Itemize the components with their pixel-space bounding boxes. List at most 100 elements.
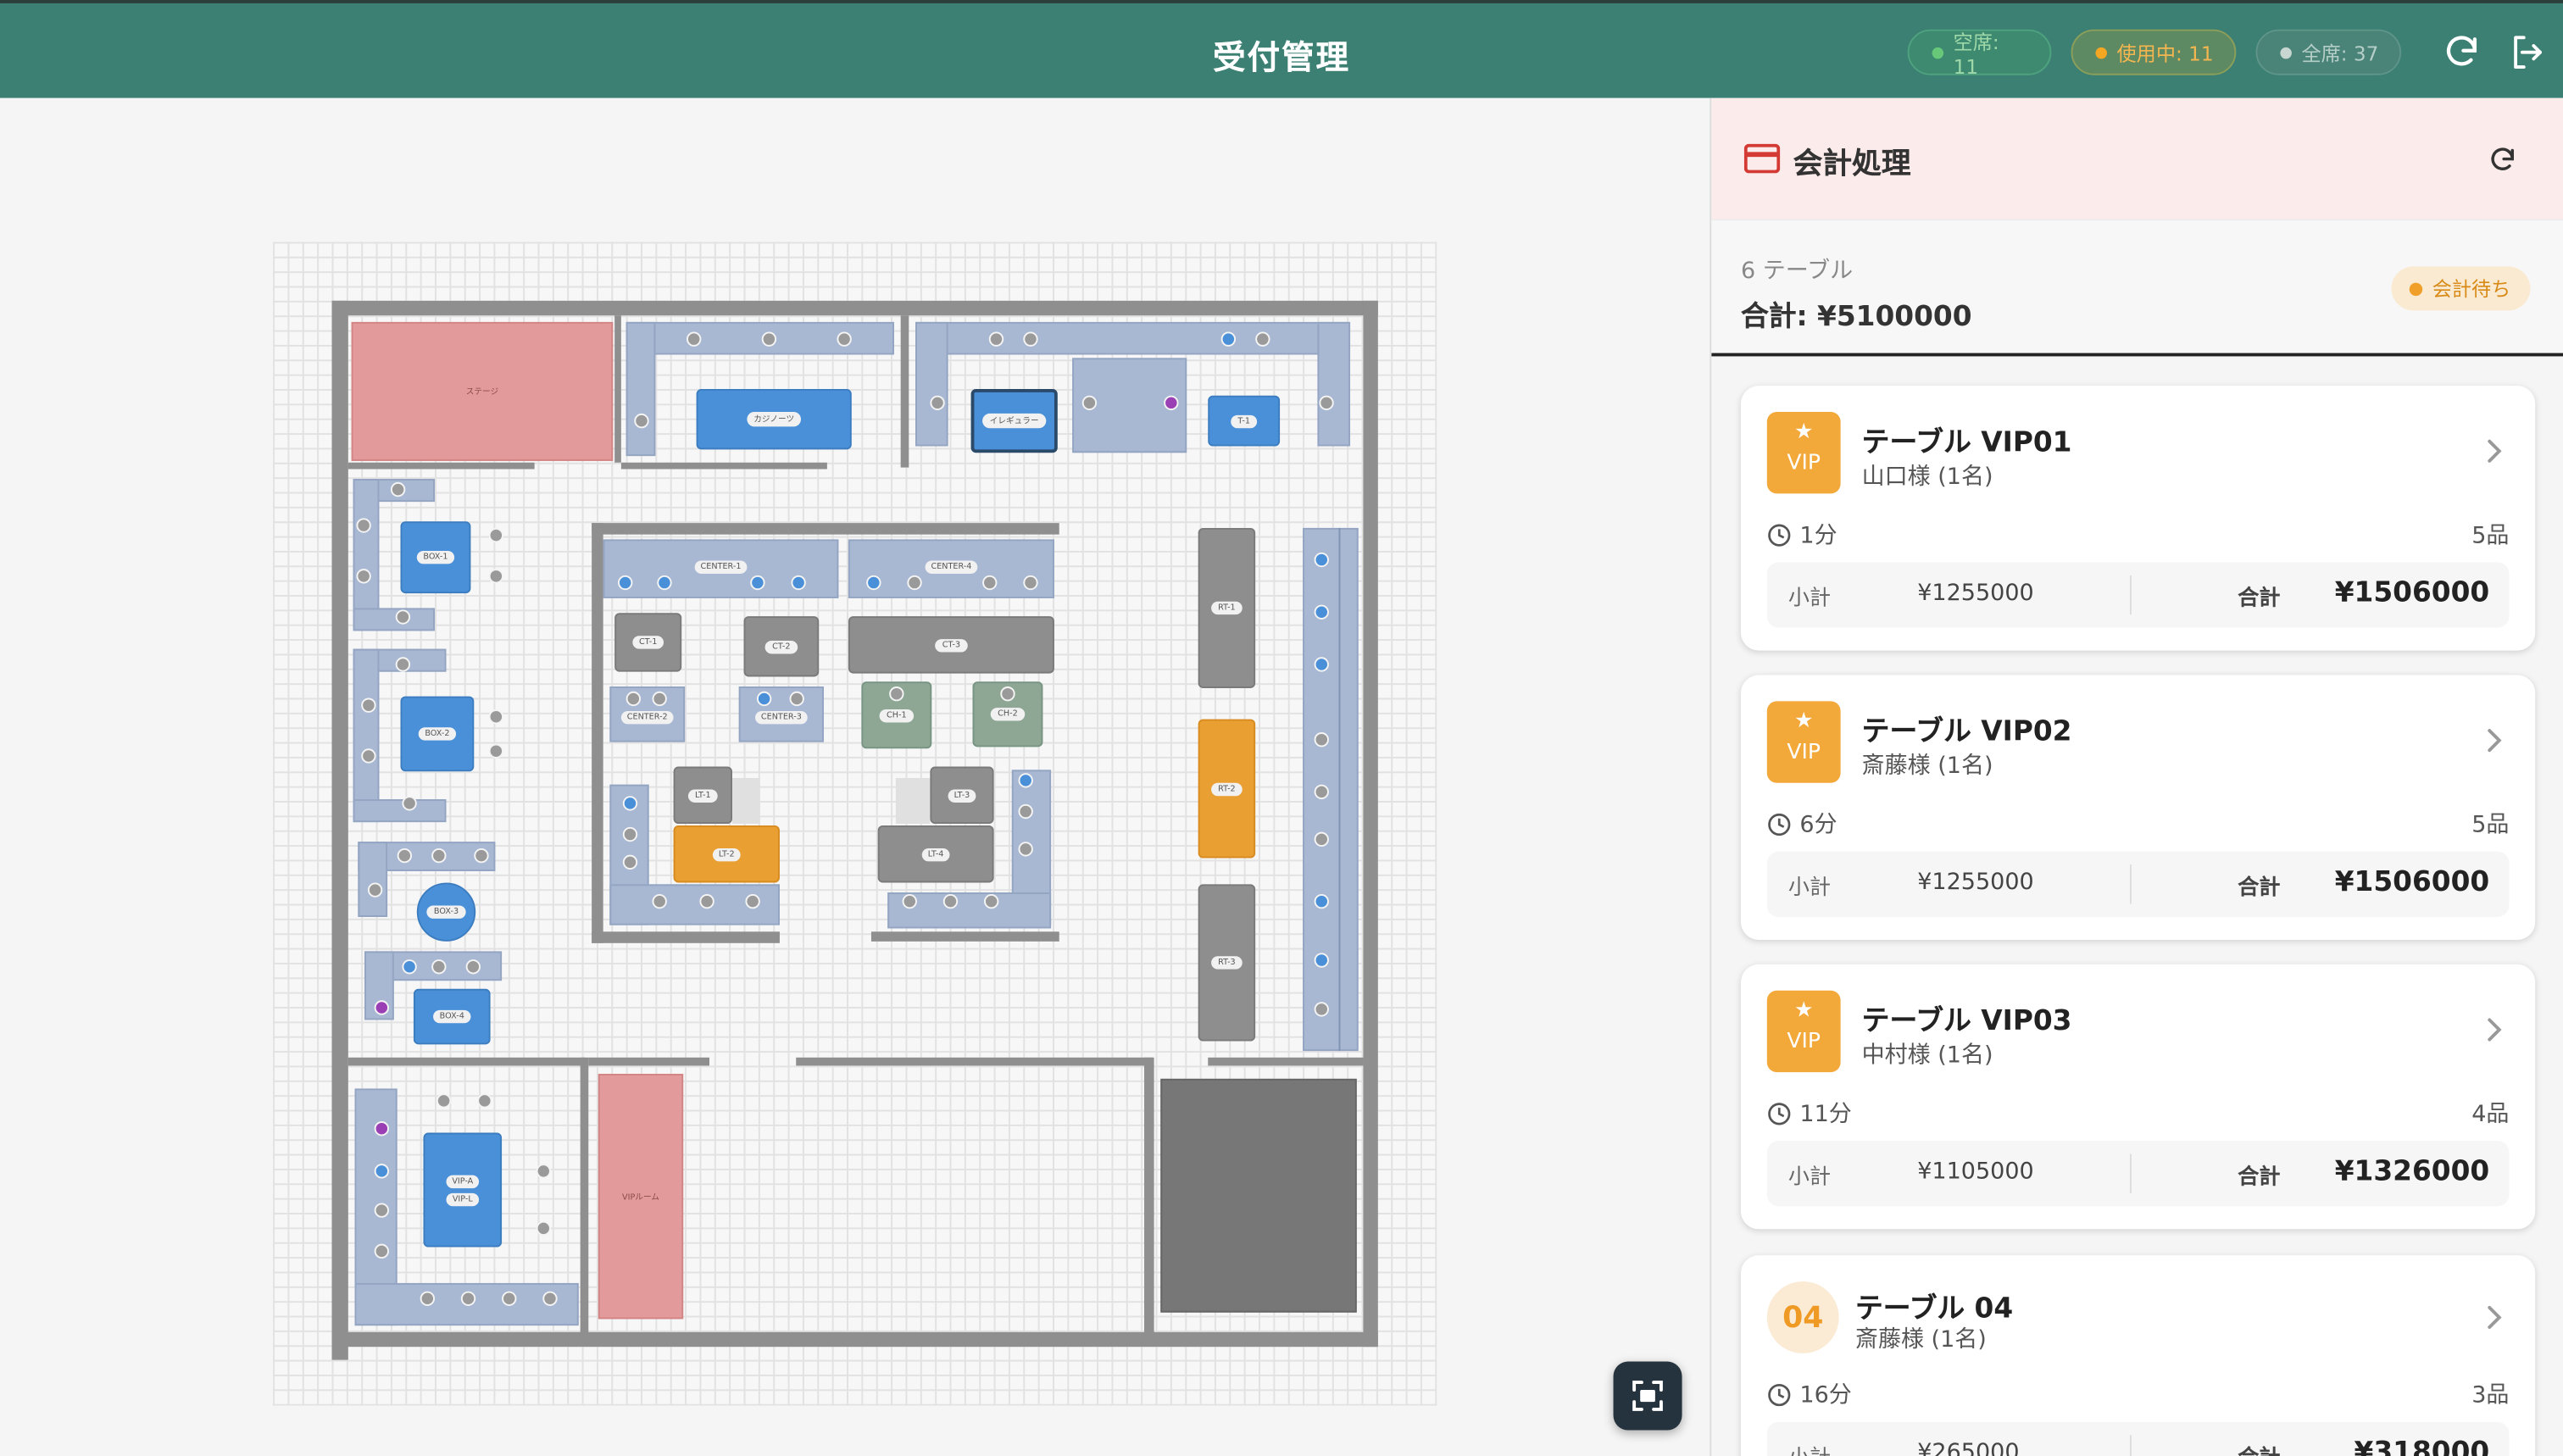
seat[interactable]: [488, 709, 504, 725]
seat[interactable]: [536, 1164, 551, 1179]
chevron-right-icon[interactable]: [2482, 1301, 2508, 1334]
seat[interactable]: [374, 1203, 390, 1218]
seat[interactable]: [488, 569, 504, 584]
seat[interactable]: [791, 575, 806, 591]
bench-center-1[interactable]: CENTER-1: [603, 539, 839, 598]
seat[interactable]: [374, 1243, 390, 1259]
chevron-right-icon[interactable]: [2482, 1014, 2508, 1047]
seat[interactable]: [1255, 331, 1270, 347]
table-ct-3[interactable]: CT-3: [848, 616, 1054, 674]
seat[interactable]: [1314, 893, 1329, 909]
seat[interactable]: [374, 1121, 390, 1136]
table-t1[interactable]: T-1: [1208, 395, 1281, 447]
table-box-3[interactable]: BOX-3: [416, 882, 476, 942]
seat[interactable]: [374, 1164, 390, 1179]
seat[interactable]: [1018, 803, 1033, 820]
seat[interactable]: [866, 575, 881, 591]
seat[interactable]: [930, 395, 945, 411]
seat[interactable]: [395, 609, 411, 625]
seat[interactable]: [1018, 773, 1033, 788]
floor-map-canvas[interactable]: ステージ VIPルーム カジノーツ イレギュラー T-1 BOX-1 BOX-2…: [0, 97, 1710, 1456]
table-rt-1[interactable]: RT-1: [1198, 527, 1256, 688]
checkout-card[interactable]: ★ VIP テーブル VIP01 山口様 (1名) 1分 5品 小計 ¥12550…: [1740, 386, 2536, 651]
seat[interactable]: [361, 697, 376, 713]
seat[interactable]: [687, 331, 702, 347]
seat[interactable]: [488, 527, 504, 543]
seat[interactable]: [402, 796, 417, 811]
seat[interactable]: [367, 882, 383, 897]
seat[interactable]: [1314, 732, 1329, 747]
table-rt-2[interactable]: RT-2: [1198, 719, 1256, 859]
table-lt-4[interactable]: LT-4: [877, 825, 994, 883]
stage-area[interactable]: ステージ: [351, 321, 614, 461]
refresh-icon[interactable]: [2442, 33, 2481, 72]
seat[interactable]: [1314, 1002, 1329, 1017]
seat[interactable]: [536, 1220, 551, 1236]
seat[interactable]: [622, 826, 638, 842]
seat[interactable]: [542, 1291, 558, 1306]
seat[interactable]: [436, 1093, 452, 1109]
table-lt-1[interactable]: LT-1: [673, 766, 733, 825]
seat[interactable]: [622, 854, 638, 870]
seat[interactable]: [657, 575, 672, 591]
seat[interactable]: [789, 691, 804, 707]
seat[interactable]: [699, 893, 714, 909]
seat[interactable]: [618, 575, 633, 591]
seat[interactable]: [1023, 331, 1038, 347]
table-box-4[interactable]: BOX-4: [413, 988, 491, 1045]
seat[interactable]: [942, 893, 959, 909]
seat[interactable]: [477, 1093, 492, 1109]
table-casino[interactable]: カジノーツ: [696, 389, 852, 450]
seat[interactable]: [745, 893, 760, 909]
table-rt-3[interactable]: RT-3: [1198, 884, 1256, 1042]
seat[interactable]: [356, 569, 371, 584]
chevron-right-icon[interactable]: [2482, 435, 2508, 468]
seat[interactable]: [1023, 575, 1038, 591]
table-vip-a[interactable]: VIP-A VIP-L: [423, 1132, 503, 1248]
checkout-card[interactable]: 04 テーブル 04 斎藤様 (1名) 16分 3品 小計 ¥265000 合計…: [1740, 1255, 2536, 1456]
seat[interactable]: [622, 796, 638, 811]
fit-screen-button[interactable]: [1613, 1361, 1682, 1431]
checkout-card[interactable]: ★ VIP テーブル VIP03 中村様 (1名) 11分 4品 小計 ¥1105…: [1740, 964, 2536, 1230]
seat[interactable]: [390, 481, 406, 497]
seat[interactable]: [488, 743, 504, 759]
seat[interactable]: [1314, 604, 1329, 620]
seat[interactable]: [625, 691, 642, 707]
table-lt-3[interactable]: LT-3: [930, 766, 994, 825]
seat[interactable]: [431, 847, 447, 864]
seat[interactable]: [1314, 552, 1329, 568]
seat[interactable]: [474, 847, 489, 864]
seat[interactable]: [465, 959, 481, 975]
table-box-1[interactable]: BOX-1: [400, 521, 471, 594]
table-box-2[interactable]: BOX-2: [400, 696, 475, 772]
seat[interactable]: [361, 748, 376, 764]
seat[interactable]: [756, 691, 772, 707]
seat[interactable]: [750, 575, 765, 591]
table-ct-1[interactable]: CT-1: [614, 613, 682, 672]
bench-center-4[interactable]: CENTER-4: [848, 539, 1054, 598]
checkout-card[interactable]: ★ VIP テーブル VIP02 斎藤様 (1名) 6分 5品 小計 ¥12550…: [1740, 675, 2536, 940]
seat[interactable]: [420, 1291, 436, 1306]
seat[interactable]: [431, 959, 447, 975]
seat[interactable]: [984, 893, 999, 909]
seat[interactable]: [1220, 331, 1237, 347]
seat[interactable]: [982, 575, 998, 591]
table-irregular[interactable]: イレギュラー: [970, 389, 1058, 453]
seat[interactable]: [356, 518, 371, 533]
seat[interactable]: [374, 1000, 390, 1015]
chevron-right-icon[interactable]: [2482, 724, 2508, 757]
table-lt-2[interactable]: LT-2: [673, 825, 780, 883]
seat[interactable]: [1319, 395, 1334, 411]
seat[interactable]: [634, 413, 649, 429]
seat[interactable]: [988, 331, 1004, 347]
seat[interactable]: [902, 893, 917, 909]
bench-center-3[interactable]: CENTER-3: [738, 686, 825, 742]
seat[interactable]: [652, 691, 667, 707]
seat[interactable]: [1018, 842, 1033, 857]
logout-icon[interactable]: [2507, 33, 2546, 72]
seat[interactable]: [402, 959, 417, 975]
seat[interactable]: [1314, 657, 1329, 672]
seat[interactable]: [1164, 395, 1179, 411]
vip-room-area[interactable]: VIPルーム: [598, 1074, 684, 1320]
refresh-icon[interactable]: [2488, 146, 2517, 175]
